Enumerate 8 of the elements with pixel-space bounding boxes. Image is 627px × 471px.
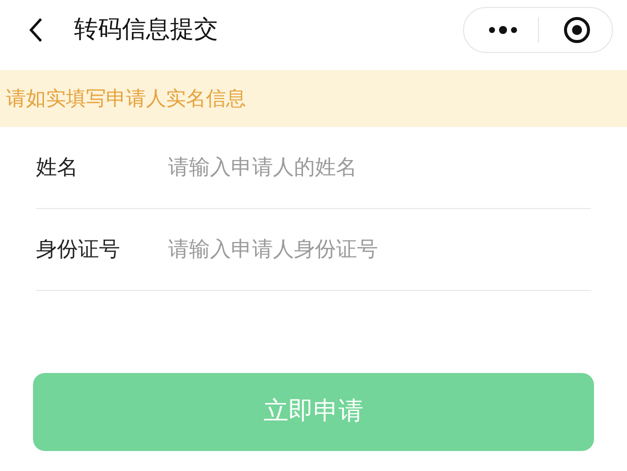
more-icon[interactable]: [488, 26, 518, 34]
field-label: 姓名: [36, 154, 79, 181]
input-field[interactable]: 请输入申请人身份证号: [168, 230, 591, 270]
input-field[interactable]: 请输入申请人的姓名: [168, 148, 591, 188]
back-icon[interactable]: [28, 17, 44, 43]
notice-text: 请如实填写申请人实名信息: [6, 86, 246, 112]
field-label: 身份证号: [36, 236, 121, 263]
page-title: 转码信息提交: [74, 15, 218, 45]
